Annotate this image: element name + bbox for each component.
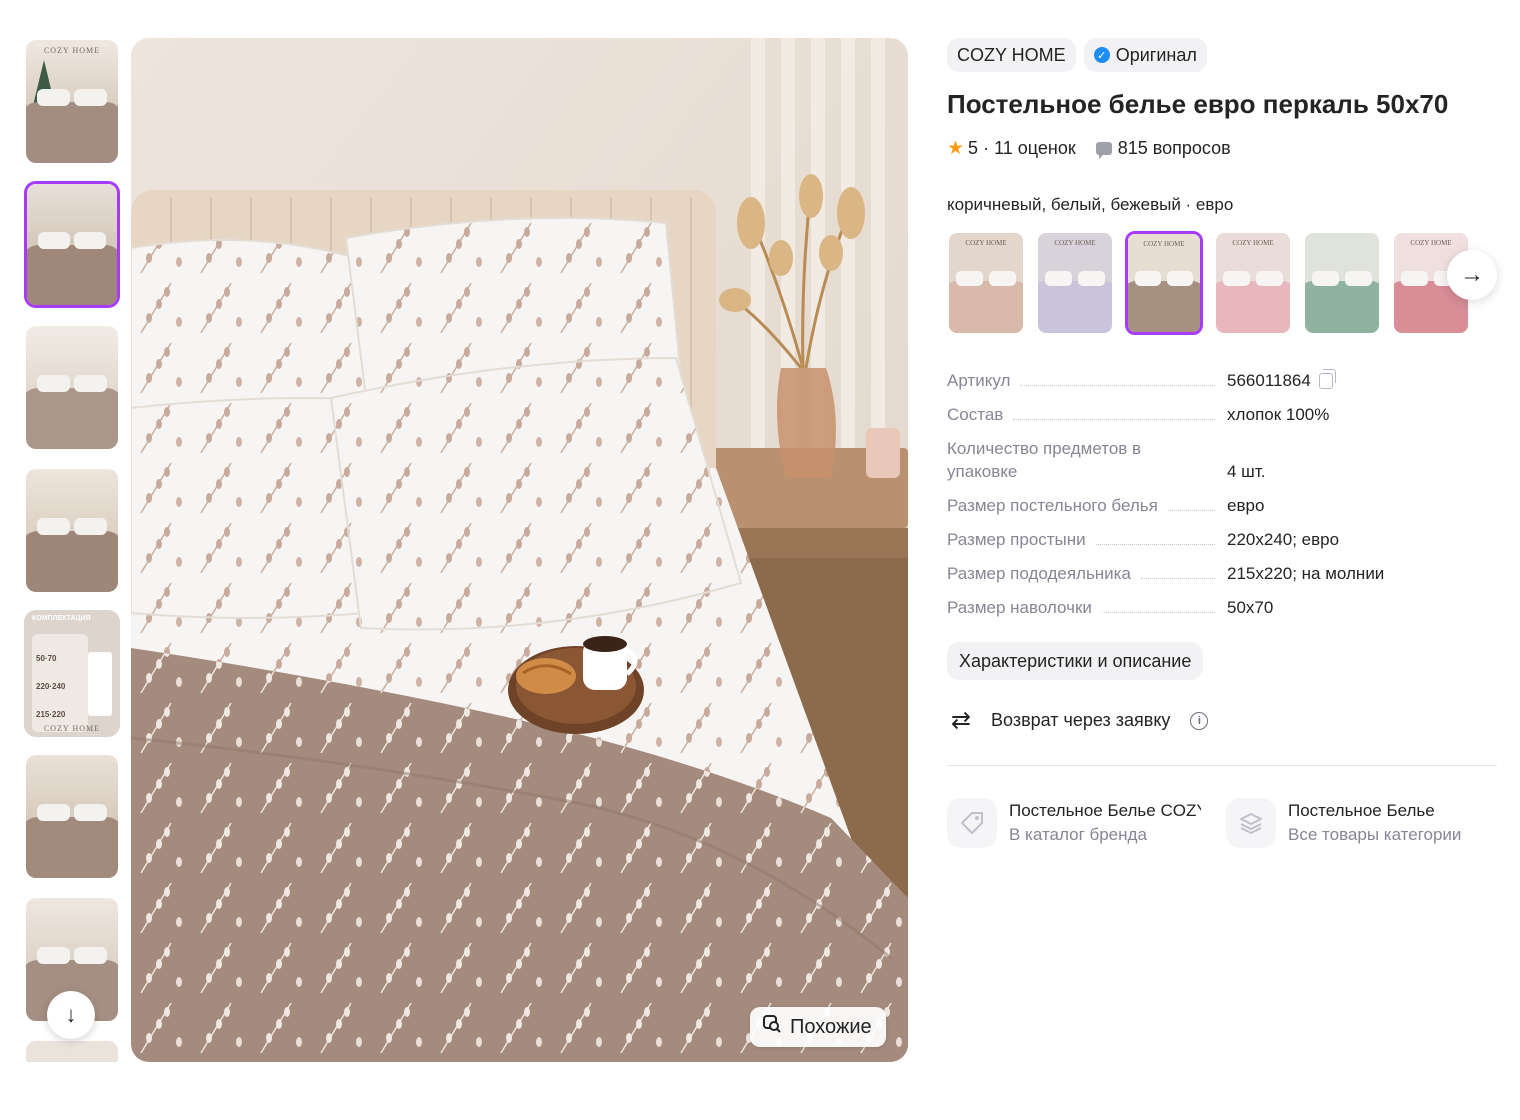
return-info: ⇄ Возврат через заявку i (947, 706, 1497, 735)
variant-carousel: COZY HOME COZY HOME COZY HOME COZY HOME … (947, 231, 1497, 337)
thumbnail-brand-text: COZY HOME (43, 46, 101, 55)
spec-name: Размер простыни (947, 530, 1086, 549)
variant-brand-text: COZY HOME (1410, 239, 1452, 247)
return-icon: ⇄ (950, 707, 972, 734)
brand-catalog-link[interactable]: Постельное Белье COZY HOME В каталог бре… (947, 798, 1202, 848)
thumbnail-6[interactable] (24, 753, 120, 880)
spec-name: Артикул (947, 371, 1011, 390)
spec-row: Артикул 566011864 (947, 368, 1497, 392)
return-text: Возврат через заявку (991, 710, 1171, 730)
infographic-value: 50·70 (36, 654, 57, 663)
copy-icon[interactable] (1318, 368, 1336, 389)
spec-name: Размер пододеяльника (947, 564, 1131, 583)
infographic-value: 215·220 (36, 710, 66, 719)
spec-name: Состав (947, 405, 1004, 424)
brand-chip[interactable]: COZY HOME (947, 38, 1076, 72)
original-badge-label: Оригинал (1115, 44, 1197, 65)
brand-catalog-subtitle: В каталог бренда (1009, 825, 1147, 844)
variant-2[interactable]: COZY HOME (1036, 231, 1114, 335)
thumbnail-4[interactable] (24, 467, 120, 594)
infographic-header: КОМПЛЕКТАЦИЯ (32, 615, 91, 622)
star-icon: ★ (947, 138, 965, 159)
similar-search-icon (762, 1014, 782, 1040)
spec-value: евро (1227, 496, 1265, 515)
variant-brand-text: COZY HOME (1143, 240, 1185, 248)
category-subtitle: Все товары категории (1288, 825, 1462, 844)
similar-button[interactable]: Похожие (750, 1007, 886, 1047)
spec-value: хлопок 100% (1227, 405, 1330, 424)
thumbnail-8[interactable] (24, 1039, 120, 1062)
questions-link[interactable]: 815 вопросов (1095, 138, 1231, 159)
thumbnail-2-active[interactable] (24, 181, 120, 308)
spec-row: Размер пододеяльника 215х220; на молнии (947, 562, 1497, 585)
infographic-footer: COZY HOME (43, 724, 101, 733)
product-title: Постельное белье евро перкаль 50х70 (947, 89, 1449, 119)
brand-catalog-title: Постельное Белье COZY HOME (1009, 801, 1201, 820)
specs-table: Артикул 566011864 Состав хлопок 100% Кол… (947, 368, 1497, 619)
variant-4[interactable]: COZY HOME (1214, 231, 1292, 335)
variant-label: коричневый, белый, бежевый · евро (947, 195, 1234, 214)
category-link[interactable]: Постельное Белье Все товары категории (1226, 798, 1481, 848)
variants-next-button[interactable]: → (1447, 250, 1497, 300)
spec-row: Количество предметов в упаковке 4 шт. (947, 437, 1497, 483)
main-product-image[interactable] (131, 38, 908, 1062)
questions-count: 815 вопросов (1117, 138, 1231, 158)
thumbnail-strip: COZY HOME КОМПЛЕКТАЦИЯ 50·70 220·240 215… (24, 38, 120, 1062)
tag-icon (947, 798, 997, 848)
variant-brand-text: COZY HOME (1054, 239, 1096, 247)
variant-brand-text: COZY HOME (965, 239, 1007, 247)
layers-icon (1226, 798, 1276, 848)
divider (947, 765, 1497, 766)
brand-name: COZY HOME (957, 44, 1066, 65)
spec-name: Размер наволочки (947, 598, 1092, 617)
bedroom-photo (131, 38, 908, 1062)
info-icon[interactable]: i (1190, 711, 1209, 730)
spec-name: Количество предметов в упаковке (947, 439, 1142, 481)
rating-link[interactable]: ★ 5 · 11 оценок (947, 137, 1076, 160)
spec-row: Размер наволочки 50х70 (947, 596, 1497, 619)
spec-row: Состав хлопок 100% (947, 403, 1497, 426)
thumbnail-3[interactable] (24, 324, 120, 451)
thumbnail-1[interactable]: COZY HOME (24, 38, 120, 165)
article-number[interactable]: 566011864 (1227, 369, 1311, 392)
spec-value: 220х240; евро (1227, 530, 1340, 549)
scroll-down-button[interactable]: ↓ (47, 991, 95, 1039)
spec-value: 215х220; на молнии (1227, 564, 1385, 583)
verified-icon: ✓ (1093, 47, 1110, 63)
product-info-panel: COZY HOME ✓ Оригинал Постельное белье ев… (947, 38, 1497, 848)
category-title: Постельное Белье (1288, 801, 1435, 820)
variant-1[interactable]: COZY HOME (947, 231, 1025, 335)
reviews-count: 11 оценок (994, 138, 1076, 158)
characteristics-button[interactable]: Характеристики и описание (947, 642, 1204, 680)
spec-value: 50х70 (1227, 598, 1274, 617)
arrow-down-icon: ↓ (65, 1002, 77, 1027)
spec-row: Размер простыни 220х240; евро (947, 528, 1497, 551)
spec-value: 4 шт. (1227, 462, 1266, 481)
question-icon (1095, 142, 1112, 159)
variant-3-selected[interactable]: COZY HOME (1125, 231, 1203, 335)
spec-row: Размер постельного белья евро (947, 494, 1497, 517)
infographic-value: 220·240 (36, 682, 66, 691)
similar-button-label: Похожие (790, 1015, 872, 1038)
variant-5[interactable] (1303, 231, 1381, 335)
variant-brand-text: COZY HOME (1232, 239, 1274, 247)
original-badge[interactable]: ✓ Оригинал (1083, 38, 1207, 72)
spec-name: Размер постельного белья (947, 496, 1158, 515)
thumbnail-5-infographic[interactable]: КОМПЛЕКТАЦИЯ 50·70 220·240 215·220 COZY … (24, 610, 120, 737)
rating-value: 5 (968, 138, 979, 158)
arrow-right-icon: → (1460, 261, 1484, 288)
